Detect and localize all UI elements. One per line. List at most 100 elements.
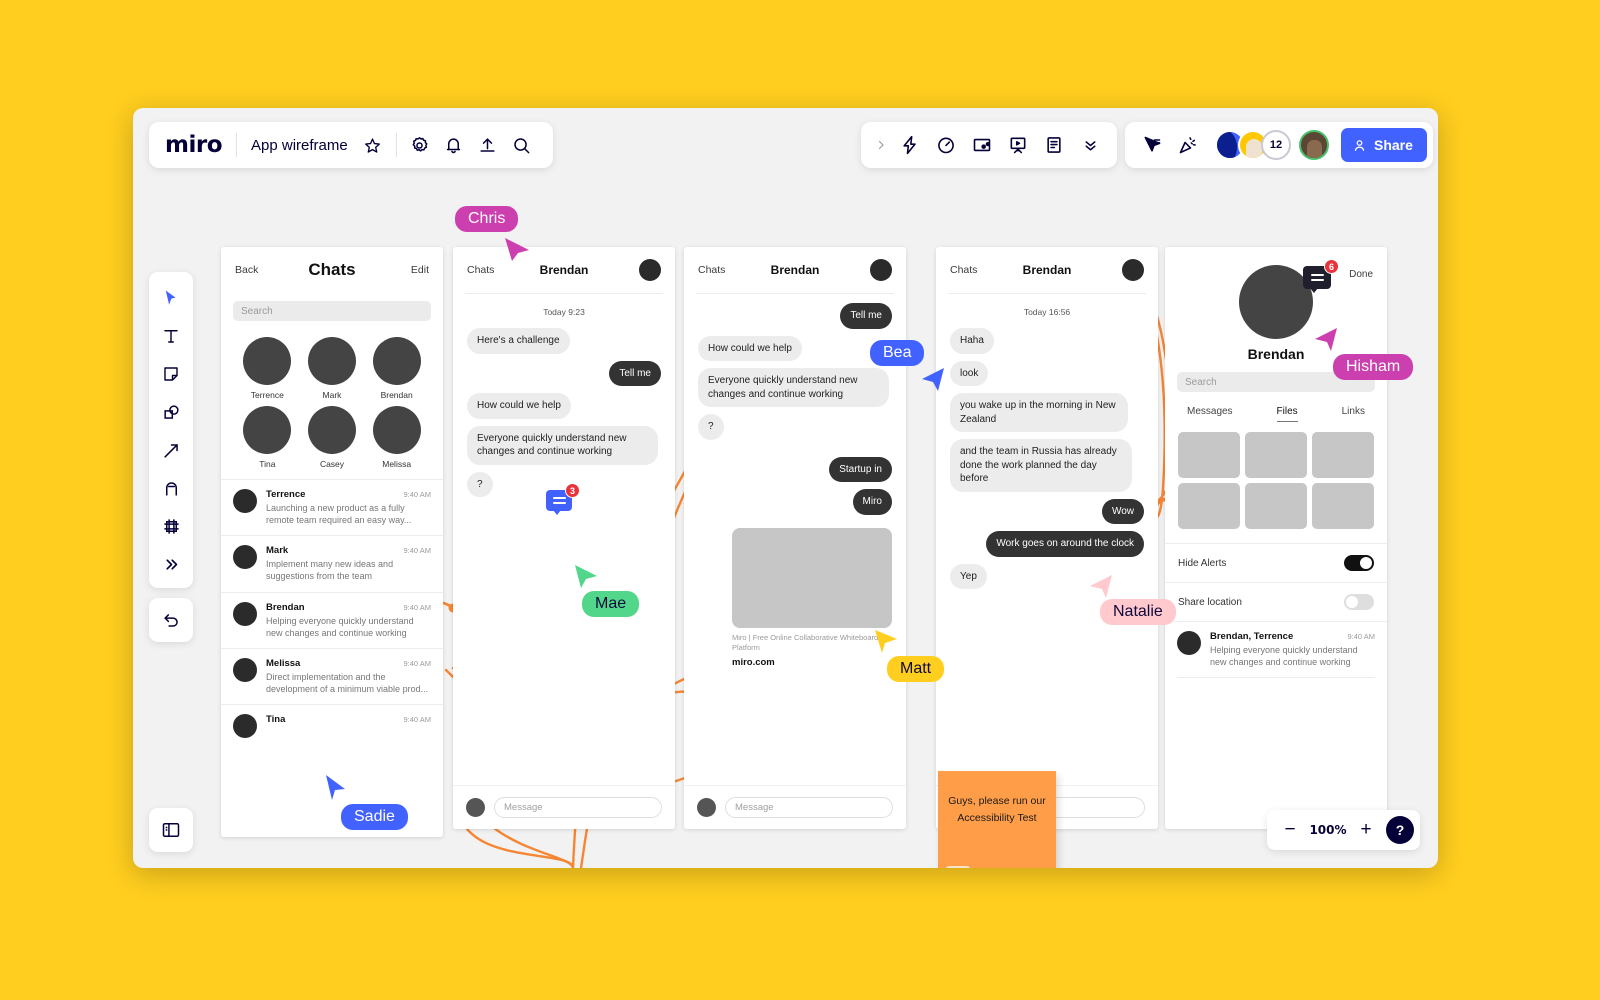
connector-tool[interactable] <box>155 434 187 466</box>
notes-icon[interactable] <box>1037 128 1071 162</box>
tab-messages[interactable]: Messages <box>1187 406 1233 422</box>
message-input[interactable]: Message <box>725 797 893 818</box>
back-button[interactable]: Back <box>235 264 258 276</box>
party-popper-icon[interactable] <box>1171 128 1205 162</box>
contact-avatar[interactable]: Mark <box>307 337 356 400</box>
chevron-double-down-icon[interactable] <box>1073 128 1107 162</box>
contact-avatar[interactable]: Brendan <box>372 337 421 400</box>
more-tools-button[interactable] <box>155 548 187 580</box>
message-bubble: ? <box>467 471 493 497</box>
shapes-tool[interactable] <box>155 396 187 428</box>
contact-avatar[interactable]: Casey <box>307 406 356 469</box>
message-bubble: How could we help <box>698 335 802 361</box>
avatar <box>233 657 257 682</box>
avatar-overflow-count[interactable]: 12 <box>1261 130 1291 160</box>
comment-pin-profile[interactable]: 6 <box>1303 259 1339 293</box>
message-composer[interactable]: Message <box>684 785 906 829</box>
tool-rail <box>149 272 193 588</box>
board-title[interactable]: App wireframe <box>237 137 356 154</box>
sticky-note[interactable]: Guys, please run our Accessibility Test … <box>938 771 1056 868</box>
toggle-panel-button[interactable] <box>149 808 193 852</box>
contact-avatar[interactable]: Melissa <box>372 406 421 469</box>
avatar[interactable] <box>639 259 661 281</box>
avatar-label: Terrence <box>250 390 284 400</box>
collaborator-avatars[interactable]: 12 <box>1215 130 1329 160</box>
zoom-out-button[interactable]: − <box>1277 817 1303 843</box>
message-input[interactable]: Message <box>494 797 662 818</box>
board-canvas[interactable]: Back Chats Edit Search Terrence Mark Bre… <box>133 108 1438 868</box>
share-button[interactable]: Share <box>1341 128 1427 162</box>
list-item[interactable]: Brendan, Terrence Helping everyone quick… <box>1165 621 1387 677</box>
pen-tool[interactable] <box>155 472 187 504</box>
list-item[interactable]: Brendan Helping everyone quickly underst… <box>221 591 443 648</box>
file-tile[interactable] <box>1245 432 1307 478</box>
phone-screen-chat-a[interactable]: Chats Brendan Today 9:23 Here's a challe… <box>453 247 675 829</box>
back-button[interactable]: Chats <box>467 264 494 276</box>
file-tile[interactable] <box>1312 483 1374 529</box>
message-bubble: Here's a challenge <box>467 328 570 354</box>
tab-links[interactable]: Links <box>1342 406 1365 422</box>
cursor-share-icon[interactable] <box>1135 128 1169 162</box>
list-item[interactable]: Tina 9:40 AM <box>221 704 443 747</box>
contact-avatar[interactable]: Tina <box>243 406 292 469</box>
timestamp: 9:40 AM <box>403 546 431 556</box>
divider <box>948 293 1146 294</box>
current-user-avatar[interactable] <box>1299 130 1329 160</box>
message-composer[interactable]: Message <box>453 785 675 829</box>
done-button[interactable]: Done <box>1349 269 1373 280</box>
link-preview-card[interactable]: Miro | Free Online Collaborative Whitebo… <box>732 527 892 668</box>
avatar <box>372 337 421 385</box>
search-icon[interactable] <box>505 128 539 162</box>
phone-screen-chat-b[interactable]: Chats Brendan Tell me How could we help … <box>684 247 906 829</box>
phone-screen-chat-c[interactable]: Chats Brendan Today 16:56 Haha look you … <box>936 247 1158 829</box>
avatar[interactable] <box>870 259 892 281</box>
list-item[interactable]: Mark Implement many new ideas and sugges… <box>221 535 443 591</box>
presentation-icon[interactable] <box>1001 128 1035 162</box>
avatar <box>243 406 292 454</box>
setting-share-location[interactable]: Share location <box>1165 582 1387 621</box>
text-tool[interactable] <box>155 320 187 352</box>
link-url[interactable]: miro.com <box>732 657 892 668</box>
tab-files[interactable]: Files <box>1276 406 1298 422</box>
list-item[interactable]: Terrence Launching a new product as a fu… <box>221 479 443 535</box>
select-tool[interactable] <box>155 282 187 314</box>
file-tile[interactable] <box>1245 483 1307 529</box>
file-tile[interactable] <box>1178 483 1240 529</box>
file-tile[interactable] <box>1178 432 1240 478</box>
upload-icon[interactable] <box>471 128 505 162</box>
link-description: Miro | Free Online Collaborative Whitebo… <box>732 632 879 653</box>
gear-icon[interactable] <box>403 128 437 162</box>
star-icon[interactable] <box>356 128 390 162</box>
search-input[interactable]: Search <box>233 301 431 321</box>
cursor-arrow-icon <box>1315 328 1337 351</box>
list-item[interactable]: Melissa Direct implementation and the de… <box>221 647 443 704</box>
sticky-note-reaction[interactable]: + +9 <box>946 866 970 868</box>
comment-pin-chat-a[interactable]: 3 <box>546 483 580 515</box>
bell-icon[interactable] <box>437 128 471 162</box>
sticky-note-tool[interactable] <box>155 358 187 390</box>
zoom-in-button[interactable]: + <box>1353 817 1379 843</box>
comment-count-badge: 6 <box>1324 259 1339 274</box>
bolt-icon[interactable] <box>893 128 927 162</box>
contact-avatar[interactable]: Terrence <box>243 337 292 400</box>
share-location-toggle[interactable] <box>1344 594 1374 610</box>
timer-icon[interactable] <box>929 128 963 162</box>
hide-alerts-toggle[interactable] <box>1344 555 1374 571</box>
back-button[interactable]: Chats <box>950 264 977 276</box>
chevron-right-icon[interactable] <box>871 128 891 162</box>
setting-hide-alerts[interactable]: Hide Alerts <box>1165 543 1387 582</box>
edit-button[interactable]: Edit <box>411 264 429 276</box>
back-button[interactable]: Chats <box>698 264 725 276</box>
avatar[interactable] <box>1122 259 1144 281</box>
undo-button[interactable] <box>149 598 193 642</box>
cursor-label: Bea <box>870 340 925 366</box>
phone-screen-chats-list[interactable]: Back Chats Edit Search Terrence Mark Bre… <box>221 247 443 837</box>
cursor-arrow-icon <box>875 630 897 653</box>
frame-icon[interactable] <box>965 128 999 162</box>
file-tile[interactable] <box>1312 432 1374 478</box>
phone-screen-profile[interactable]: Done Brendan Search Messages Files Links… <box>1165 247 1387 829</box>
avatar <box>466 798 485 817</box>
help-button[interactable]: ? <box>1386 816 1414 844</box>
miro-logo[interactable]: miro <box>165 133 236 157</box>
frame-tool[interactable] <box>155 510 187 542</box>
